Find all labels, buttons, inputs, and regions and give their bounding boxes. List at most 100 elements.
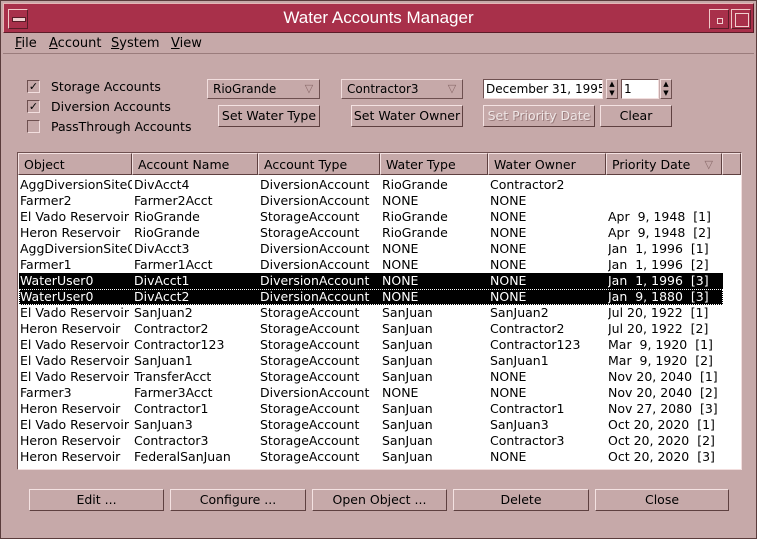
cell-object: El Vado Reservoir: [20, 337, 129, 352]
table-row[interactable]: El Vado Reservoir TransferAcct StorageAcco…: [19, 369, 723, 385]
cell-priority-date: [608, 193, 720, 209]
water-type-select-value: RioGrande: [213, 82, 277, 96]
cell-priority-date: Apr 9, 1948 [2]: [608, 225, 711, 240]
column-header-water-type[interactable]: Water Type: [380, 153, 488, 175]
set-water-type-button[interactable]: Set Water Type: [218, 105, 320, 127]
water-type-select[interactable]: RioGrande ▽: [207, 79, 320, 99]
date-spinner[interactable]: ▲ ▼: [606, 79, 618, 99]
menu-system-label: ystem: [119, 36, 160, 51]
cell-account-type: StorageAccount: [260, 337, 360, 352]
cell-object: AggDiversionSite0: [20, 177, 132, 192]
table-row[interactable]: Heron Reservoir Contractor1 StorageAccount…: [19, 401, 723, 417]
column-header-priority-date[interactable]: Priority Date ▽: [606, 153, 722, 175]
storage-accounts-checkbox[interactable]: ✓: [27, 80, 40, 93]
table-row[interactable]: AggDiversionSite0 DivAcct4 DiversionAccoun…: [19, 177, 723, 193]
cell-water-owner: NONE: [490, 369, 527, 384]
rank-spinner[interactable]: ▲ ▼: [660, 79, 672, 99]
cell-object: Farmer2: [20, 193, 72, 208]
cell-account-type: StorageAccount: [260, 321, 360, 336]
title-bar[interactable]: Water Accounts Manager: [3, 3, 754, 33]
menu-view[interactable]: View: [171, 36, 202, 51]
menu-account[interactable]: Account: [49, 36, 102, 51]
cell-object: Heron Reservoir: [20, 433, 121, 448]
cell-account-type: DiversionAccount: [260, 385, 370, 400]
cell-water-owner: NONE: [490, 449, 527, 464]
sort-descending-icon: ▽: [704, 158, 713, 171]
table-row[interactable]: WaterUser0 DivAcct2 DiversionAccount NONE NO…: [19, 289, 723, 305]
priority-date-field[interactable]: December 31, 1995: [483, 79, 603, 99]
table-row[interactable]: Heron Reservoir FederalSanJuan StorageAcco…: [19, 449, 723, 465]
cell-priority-date: Nov 27, 2080 [3]: [608, 401, 718, 416]
menu-file[interactable]: File: [15, 36, 37, 51]
cell-account-type: DiversionAccount: [260, 241, 370, 256]
set-priority-date-button[interactable]: Set Priority Date: [483, 105, 595, 127]
priority-rank-field[interactable]: 1: [621, 79, 659, 99]
column-header-account-name[interactable]: Account Name: [132, 153, 258, 175]
table-row[interactable]: Heron Reservoir Contractor2 StorageAccount…: [19, 321, 723, 337]
cell-account-type: StorageAccount: [260, 225, 360, 240]
table-row[interactable]: El Vado Reservoir Contractor123 StorageAcc…: [19, 337, 723, 353]
diversion-accounts-label: Diversion Accounts: [51, 99, 171, 114]
cell-water-type: SanJuan: [382, 449, 433, 464]
table-row[interactable]: El Vado Reservoir SanJuan2 StorageAccount S…: [19, 305, 723, 321]
table-row[interactable]: El Vado Reservoir RioGrande StorageAccount…: [19, 209, 723, 225]
clear-button[interactable]: Clear: [600, 105, 672, 127]
cell-priority-date: [608, 177, 720, 193]
spin-down-icon[interactable]: ▼: [607, 89, 617, 98]
cell-account-name: SanJuan3: [134, 417, 193, 432]
column-header-water-owner[interactable]: Water Owner: [488, 153, 606, 175]
column-header-account-type[interactable]: Account Type: [258, 153, 380, 175]
table-row[interactable]: WaterUser0 DivAcct1 DiversionAccount NONE NO…: [19, 273, 723, 289]
cell-account-name: DivAcct1: [134, 273, 190, 288]
cell-water-type: SanJuan: [382, 337, 433, 352]
passthrough-accounts-checkbox[interactable]: [27, 120, 40, 133]
cell-water-owner: NONE: [490, 209, 527, 224]
water-owner-select-value: Contractor3: [347, 82, 419, 96]
cell-water-type: RioGrande: [382, 209, 448, 224]
table-row[interactable]: Heron Reservoir Contractor3 StorageAccount…: [19, 433, 723, 449]
cell-water-type: NONE: [382, 193, 419, 208]
menu-system[interactable]: System: [111, 36, 160, 51]
table-row[interactable]: Heron Reservoir RioGrande StorageAccount Ri…: [19, 225, 723, 241]
close-button[interactable]: Close: [595, 489, 729, 511]
table-row[interactable]: AggDiversionSite0 DivAcct3 DiversionAccoun…: [19, 241, 723, 257]
cell-water-owner: Contractor3: [490, 433, 565, 448]
cell-water-owner: Contractor2: [490, 321, 565, 336]
spin-up-icon[interactable]: ▲: [661, 80, 671, 89]
configure-button[interactable]: Configure ...: [170, 489, 306, 511]
cell-water-owner: Contractor2: [490, 177, 565, 192]
table-row[interactable]: Farmer3 Farmer3Acct DiversionAccount NONE NO…: [19, 385, 723, 401]
maximize-icon[interactable]: [731, 9, 751, 29]
cell-account-name: Farmer3Acct: [134, 385, 213, 400]
menu-view-label: iew: [179, 36, 202, 51]
table-body: AggDiversionSite0 DivAcct4 DiversionAccoun…: [18, 176, 741, 469]
water-owner-select[interactable]: Contractor3 ▽: [341, 79, 463, 99]
edit-button[interactable]: Edit ...: [29, 489, 164, 511]
cell-water-type: NONE: [382, 241, 419, 256]
spin-up-icon[interactable]: ▲: [607, 80, 617, 89]
delete-button[interactable]: Delete: [453, 489, 589, 511]
cell-priority-date: Jan 1, 1996 [1]: [608, 241, 709, 256]
set-water-owner-button[interactable]: Set Water Owner: [351, 105, 463, 127]
cell-object: Heron Reservoir: [20, 401, 121, 416]
table-row[interactable]: El Vado Reservoir SanJuan3 StorageAccount S…: [19, 417, 723, 433]
cell-account-name: DivAcct2: [134, 289, 190, 304]
table-row[interactable]: Farmer1 Farmer1Acct DiversionAccount NONE NO…: [19, 257, 723, 273]
column-header-object[interactable]: Object: [18, 153, 132, 175]
table-row[interactable]: Farmer2 Farmer2Acct DiversionAccount NONE NO…: [19, 193, 723, 209]
menu-bar: File Account System View: [3, 34, 754, 54]
chevron-down-icon: ▽: [304, 82, 314, 95]
cell-water-type: RioGrande: [382, 177, 448, 192]
minimize-icon[interactable]: [709, 9, 729, 29]
cell-account-type: StorageAccount: [260, 209, 360, 224]
diversion-accounts-checkbox[interactable]: ✓: [27, 100, 40, 113]
cell-account-type: DiversionAccount: [260, 193, 370, 208]
table-row[interactable]: El Vado Reservoir SanJuan1 StorageAccount S…: [19, 353, 723, 369]
cell-account-name: Contractor3: [134, 433, 209, 448]
cell-account-type: StorageAccount: [260, 433, 360, 448]
cell-water-type: SanJuan: [382, 369, 433, 384]
cell-account-type: DiversionAccount: [260, 273, 370, 288]
open-object-button[interactable]: Open Object ...: [312, 489, 447, 511]
cell-account-name: RioGrande: [134, 225, 200, 240]
spin-down-icon[interactable]: ▼: [661, 89, 671, 98]
